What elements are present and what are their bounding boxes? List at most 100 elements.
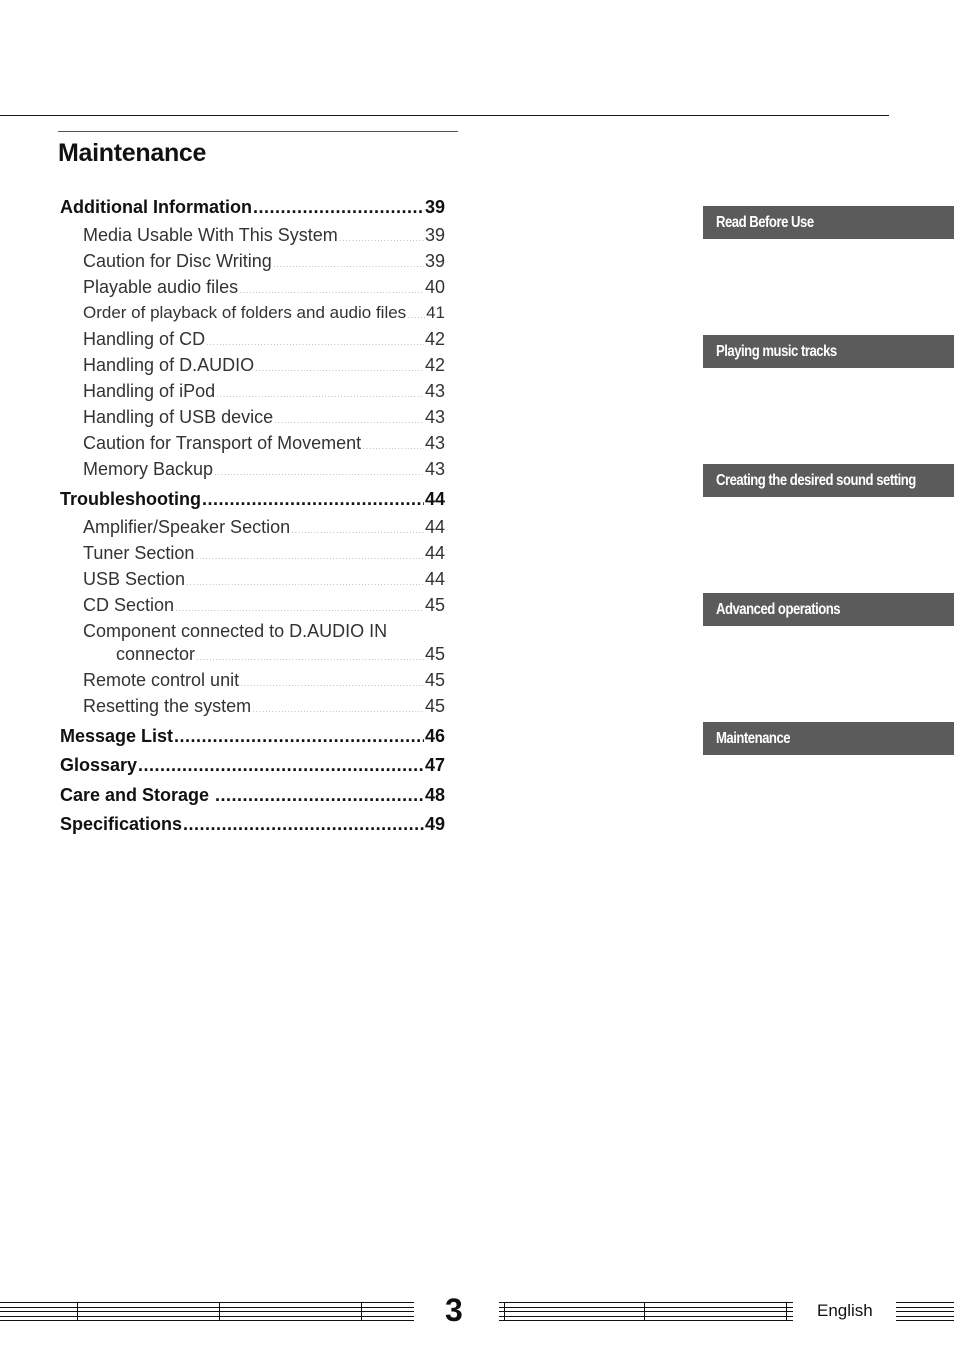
toc-label: Handling of D.AUDIO bbox=[83, 355, 255, 375]
toc-label: connector bbox=[116, 644, 196, 664]
toc-section-message-list[interactable]: Message List 46 bbox=[60, 722, 445, 751]
toc-page-number: 41 bbox=[426, 303, 445, 322]
toc-page-number: 43 bbox=[424, 407, 445, 427]
toc-label: Order of playback of folders and audio f… bbox=[83, 303, 407, 322]
toc-page-number: 45 bbox=[424, 644, 445, 664]
toc-item[interactable]: Tuner Section 44 bbox=[60, 540, 445, 566]
toc-leader-dots bbox=[186, 570, 424, 592]
toc-item-label-line1[interactable]: Component connected to D.AUDIO IN bbox=[60, 618, 445, 641]
toc-item[interactable]: Handling of CD 42 bbox=[60, 326, 445, 352]
toc-section-glossary[interactable]: Glossary 47 bbox=[60, 751, 445, 780]
table-of-contents: Additional Information 39 Media Usable W… bbox=[60, 193, 445, 839]
title-rule bbox=[58, 131, 458, 132]
chapter-tab-maintenance[interactable]: Maintenance bbox=[703, 722, 954, 755]
chapter-tab-creating-sound-setting[interactable]: Creating the desired sound setting bbox=[703, 464, 954, 497]
toc-label: Caution for Transport of Movement bbox=[83, 433, 362, 453]
toc-item[interactable]: Order of playback of folders and audio f… bbox=[60, 300, 445, 326]
toc-leader-dots bbox=[339, 226, 424, 248]
toc-leader-dots bbox=[240, 671, 424, 693]
toc-label: Remote control unit bbox=[83, 670, 240, 690]
toc-leader-dots bbox=[255, 356, 424, 378]
toc-leader-dots bbox=[274, 408, 424, 430]
chapter-tab-label: Read Before Use bbox=[716, 214, 814, 231]
header-rule bbox=[0, 115, 889, 116]
chapter-tab-label: Playing music tracks bbox=[716, 343, 837, 360]
toc-label: USB Section bbox=[83, 569, 186, 589]
toc-label: Amplifier/Speaker Section bbox=[83, 517, 291, 537]
toc-page-number: 39 bbox=[424, 225, 445, 245]
chapter-tab-advanced-operations[interactable]: Advanced operations bbox=[703, 593, 954, 626]
chapter-tab-playing-music-tracks[interactable]: Playing music tracks bbox=[703, 335, 954, 368]
chapter-tab-label: Creating the desired sound setting bbox=[716, 472, 916, 489]
toc-leader-dots bbox=[175, 596, 424, 618]
toc-page-number: 44 bbox=[424, 543, 445, 563]
page-number: 3 bbox=[445, 1292, 463, 1328]
toc-page-number: 45 bbox=[424, 696, 445, 716]
toc-label: Handling of USB device bbox=[83, 407, 274, 427]
toc-leader-dots bbox=[206, 330, 424, 352]
toc-item[interactable]: Media Usable With This System 39 bbox=[60, 222, 445, 248]
toc-label: Handling of CD bbox=[83, 329, 206, 349]
toc-item[interactable]: Caution for Disc Writing 39 bbox=[60, 248, 445, 274]
toc-item[interactable]: Playable audio files 40 bbox=[60, 274, 445, 300]
toc-label: Troubleshooting bbox=[60, 489, 201, 509]
footer-decoration-middle bbox=[499, 1302, 793, 1321]
toc-section-care-and-storage[interactable]: Care and Storage 48 bbox=[60, 781, 445, 810]
toc-item[interactable]: Handling of iPod 43 bbox=[60, 378, 445, 404]
toc-leader-dots bbox=[195, 544, 424, 566]
toc-label: Playable audio files bbox=[83, 277, 239, 297]
toc-label: Resetting the system bbox=[83, 696, 252, 716]
toc-item[interactable]: Memory Backup 43 bbox=[60, 456, 445, 482]
toc-label: Caution for Disc Writing bbox=[83, 251, 272, 271]
toc-page-number: 39 bbox=[424, 251, 445, 271]
toc-label: Tuner Section bbox=[83, 543, 195, 563]
toc-item[interactable]: Amplifier/Speaker Section 44 bbox=[60, 514, 445, 540]
toc-item[interactable]: Caution for Transport of Movement 43 bbox=[60, 430, 445, 456]
chapter-tab-label: Maintenance bbox=[716, 730, 791, 747]
toc-label: Additional Information bbox=[60, 197, 252, 217]
toc-item[interactable]: Handling of D.AUDIO 42 bbox=[60, 352, 445, 378]
toc-page-number: 42 bbox=[424, 355, 445, 375]
toc-section-additional-information[interactable]: Additional Information 39 bbox=[60, 193, 445, 222]
toc-page-number: 49 bbox=[424, 814, 445, 834]
toc-leader-dots bbox=[253, 193, 424, 222]
toc-page-number: 42 bbox=[424, 329, 445, 349]
toc-leader-dots bbox=[183, 810, 424, 839]
chapter-tab-read-before-use[interactable]: Read Before Use bbox=[703, 206, 954, 239]
toc-page-number: 43 bbox=[424, 381, 445, 401]
toc-item[interactable]: Remote control unit 45 bbox=[60, 667, 445, 693]
language-label: English bbox=[817, 1301, 873, 1320]
toc-leader-dots bbox=[273, 252, 424, 274]
toc-leader-dots bbox=[291, 518, 424, 540]
toc-page-number: 44 bbox=[424, 517, 445, 537]
toc-page-number: 44 bbox=[424, 489, 445, 509]
toc-section-specifications[interactable]: Specifications 49 bbox=[60, 810, 445, 839]
toc-item[interactable]: Resetting the system 45 bbox=[60, 693, 445, 719]
toc-page-number: 48 bbox=[424, 785, 445, 805]
toc-leader-dots bbox=[407, 303, 425, 326]
toc-label: CD Section bbox=[83, 595, 175, 615]
toc-page-number: 44 bbox=[424, 569, 445, 589]
toc-label: Message List bbox=[60, 726, 174, 746]
toc-leader-dots bbox=[174, 722, 424, 751]
toc-label: Media Usable With This System bbox=[83, 225, 338, 245]
toc-item[interactable]: CD Section 45 bbox=[60, 592, 445, 618]
toc-label: Memory Backup bbox=[83, 459, 214, 479]
chapter-tab-label: Advanced operations bbox=[716, 601, 841, 618]
toc-section-troubleshooting[interactable]: Troubleshooting 44 bbox=[60, 485, 445, 514]
toc-label: Glossary bbox=[60, 755, 138, 775]
toc-page-number: 39 bbox=[424, 197, 445, 217]
toc-item[interactable]: USB Section 44 bbox=[60, 566, 445, 592]
toc-item[interactable]: connector 45 bbox=[60, 641, 445, 667]
toc-page-number: 47 bbox=[424, 755, 445, 775]
toc-leader-dots bbox=[215, 781, 424, 810]
toc-item[interactable]: Handling of USB device 43 bbox=[60, 404, 445, 430]
toc-page-number: 43 bbox=[424, 459, 445, 479]
toc-page-number: 45 bbox=[424, 595, 445, 615]
toc-label: Specifications bbox=[60, 814, 183, 834]
footer-decoration-left bbox=[0, 1302, 414, 1321]
page-title: Maintenance bbox=[58, 139, 207, 167]
toc-leader-dots bbox=[216, 382, 424, 404]
toc-label: Handling of iPod bbox=[83, 381, 216, 401]
toc-page-number: 46 bbox=[424, 726, 445, 746]
